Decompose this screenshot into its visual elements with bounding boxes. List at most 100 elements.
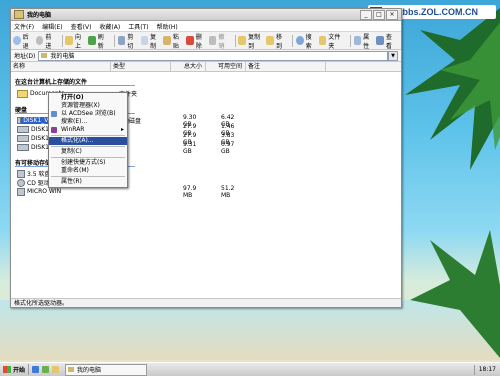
quicklaunch-desktop-icon[interactable] (42, 366, 50, 373)
header-free[interactable]: 可用空间 (206, 62, 246, 71)
ctx-acdsee[interactable]: 以 ACDSee 浏览(B) (49, 110, 127, 118)
system-tray: 18:17 (473, 364, 500, 375)
address-label: 地址(D) (14, 53, 36, 60)
address-dropdown-button[interactable]: ▼ (388, 50, 398, 61)
back-arrow-icon (13, 36, 21, 45)
taskbar: 开始 我的电脑 18:17 (0, 362, 500, 376)
header-type[interactable]: 类型 (111, 62, 171, 71)
up-button[interactable]: 向上 (65, 34, 85, 50)
acdsee-icon (51, 111, 57, 117)
cd-drive-icon (17, 178, 25, 187)
header-total[interactable]: 总大小 (171, 62, 206, 71)
submenu-arrow-icon: ▸ (120, 126, 124, 133)
menu-view[interactable]: 查看(V) (71, 22, 92, 31)
close-button[interactable]: × (386, 9, 398, 20)
clipboard-icon (163, 36, 171, 45)
quicklaunch-folder-icon[interactable] (52, 366, 60, 373)
group-divider (15, 85, 135, 86)
column-headers: 名称 类型 总大小 可用空间 备注 (11, 62, 401, 72)
menu-separator (51, 176, 125, 177)
menu-bar: 文件(F) 编辑(E) 查看(V) 收藏(A) 工具(T) 帮助(H) (11, 21, 401, 32)
address-value: 我的电脑 (50, 53, 75, 60)
toolbar-separator (349, 34, 351, 47)
toolbar: 后退 前进 向上 刷新 剪切 复制 粘贴 删除 撤销 复制到 移到 搜索 文件夹… (11, 32, 401, 50)
delete-button[interactable]: 删除 (186, 34, 206, 50)
removable-row-floppy[interactable]: 3.5 软盘 (17, 169, 50, 178)
quicklaunch-ie-icon[interactable] (32, 366, 40, 373)
forward-arrow-icon (35, 36, 44, 45)
header-name[interactable]: 名称 (11, 62, 111, 71)
address-bar: 地址(D) 我的电脑 ▼ (11, 50, 401, 62)
palm-leaves-top (405, 8, 500, 170)
ctx-format[interactable]: 格式化(A)... (49, 137, 127, 145)
computer-icon (68, 367, 75, 372)
menu-separator (51, 157, 125, 158)
removable-row-micro[interactable]: MICRO WIN (17, 187, 61, 196)
menu-favorites[interactable]: 收藏(A) (99, 22, 120, 31)
menu-file[interactable]: 文件(F) (14, 22, 34, 31)
menu-tools[interactable]: 工具(T) (128, 22, 148, 31)
toolbar-separator (61, 34, 63, 47)
cut-button[interactable]: 剪切 (117, 34, 138, 50)
folders-button[interactable]: 文件夹 (318, 34, 344, 50)
ctx-winrar[interactable]: WinRAR ▸ (49, 126, 127, 134)
folder-icon (17, 89, 28, 98)
computer-icon (14, 10, 24, 19)
toolbar-separator (292, 34, 293, 47)
header-comment[interactable]: 备注 (246, 62, 326, 71)
ctx-search[interactable]: 搜索(E)... (49, 118, 127, 126)
ctx-rename[interactable]: 重命名(M) (49, 167, 127, 175)
menu-edit[interactable]: 编辑(E) (42, 22, 62, 31)
taskbar-item-my-computer[interactable]: 我的电脑 (65, 363, 148, 376)
start-button[interactable]: 开始 (0, 364, 30, 375)
status-bar: 格式化所选驱动器。 (11, 298, 401, 307)
my-computer-window: 我的电脑 _ □ × 文件(F) 编辑(E) 查看(V) 收藏(A) 工具(T)… (10, 8, 402, 308)
refresh-icon (88, 36, 96, 45)
undo-button[interactable]: 撤销 (208, 34, 229, 50)
properties-button[interactable]: 属性 (353, 34, 374, 50)
maximize-button[interactable]: □ (373, 9, 385, 20)
move-to-button[interactable]: 移到 (266, 34, 286, 50)
undo-icon (208, 36, 217, 45)
menu-separator (51, 146, 125, 147)
floppy-icon (17, 169, 25, 178)
palm-leaves-bottom (410, 230, 500, 358)
minimize-button[interactable]: _ (360, 9, 372, 20)
scissors-icon (117, 36, 126, 45)
clock: 18:17 (478, 366, 496, 373)
computer-icon (41, 53, 48, 58)
removable-disk-icon (17, 187, 25, 196)
disk-row-vol4-free: 0.97 GB (221, 140, 235, 155)
back-button[interactable]: 后退 (13, 34, 33, 50)
properties-icon (353, 36, 362, 45)
copy-button[interactable]: 复制 (140, 34, 161, 50)
ctx-copy[interactable]: 复制(C) (49, 148, 127, 156)
forward-button[interactable]: 前进 (35, 34, 56, 50)
winrar-icon (51, 127, 57, 133)
folders-icon (318, 36, 327, 45)
ctx-explorer[interactable]: 资源管理器(X) (49, 102, 127, 110)
removable-row-micro-total: 97.9 MB (183, 184, 197, 199)
views-icon (376, 36, 384, 45)
ctx-create-shortcut[interactable]: 创建快捷方式(S) (49, 159, 127, 167)
search-icon (296, 36, 304, 45)
toolbar-separator (234, 34, 236, 47)
hard-drive-icon (17, 135, 29, 142)
copy-icon (140, 36, 149, 45)
status-text: 格式化所选驱动器。 (14, 300, 69, 307)
move-to-icon (266, 36, 274, 45)
menu-help[interactable]: 帮助(H) (157, 22, 178, 31)
search-button[interactable]: 搜索 (296, 34, 316, 50)
address-input[interactable]: 我的电脑 (38, 50, 388, 61)
window-title: 我的电脑 (27, 12, 52, 19)
ctx-properties[interactable]: 属性(R) (49, 178, 127, 186)
copy-to-icon (238, 36, 247, 45)
removable-row-micro-free: 51.2 MB (221, 184, 235, 199)
views-button[interactable]: 查看 (376, 34, 396, 50)
paste-button[interactable]: 粘贴 (163, 34, 183, 50)
refresh-button[interactable]: 刷新 (88, 34, 108, 50)
copy-to-button[interactable]: 复制到 (238, 34, 263, 50)
window-titlebar[interactable]: 我的电脑 _ □ × (11, 9, 401, 21)
hard-drive-icon (17, 126, 29, 133)
ctx-open[interactable]: 打开(O) (49, 94, 127, 102)
